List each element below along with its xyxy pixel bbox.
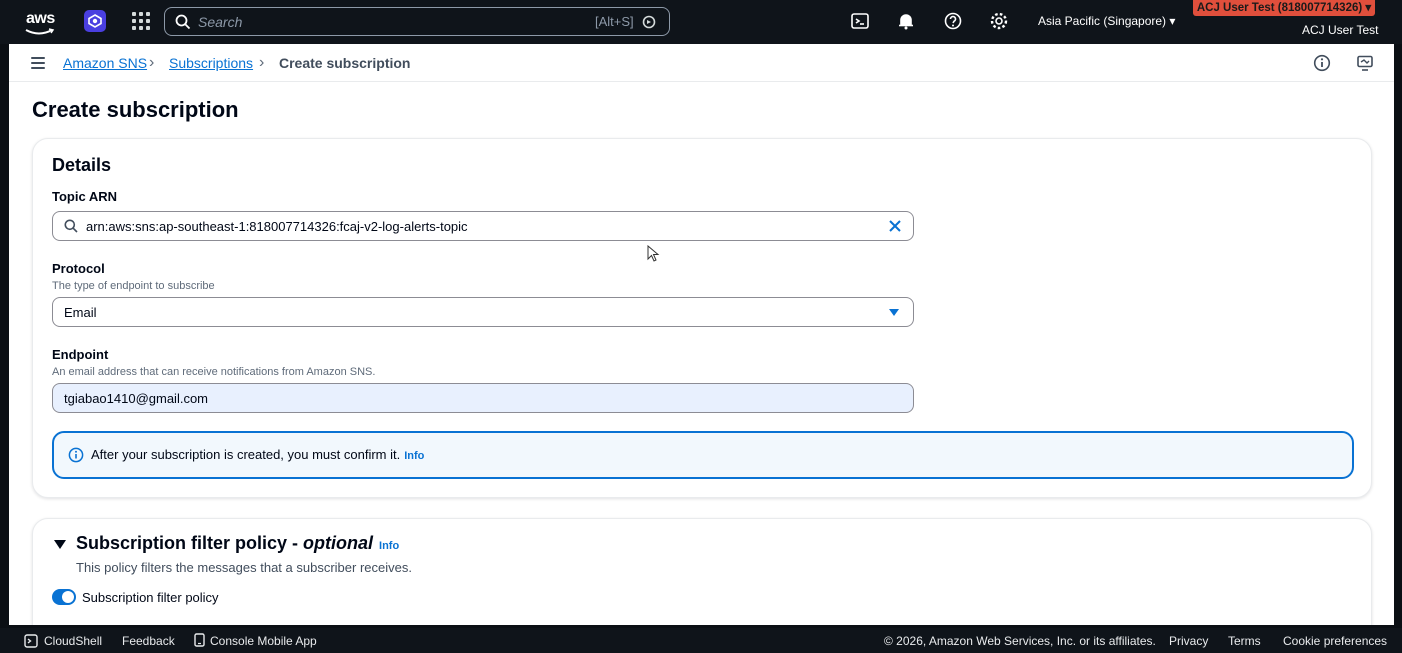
- info-circle-icon: [68, 447, 84, 463]
- topic-arn-value: arn:aws:sns:ap-southeast-1:818007714326:…: [86, 219, 468, 234]
- footer-feedback-link[interactable]: Feedback: [122, 634, 175, 648]
- info-panel-icon[interactable]: [1313, 54, 1331, 72]
- breadcrumb-current: Create subscription: [279, 55, 411, 71]
- search-clear-icon[interactable]: [642, 15, 656, 29]
- details-card: Details Topic ARN arn:aws:sns:ap-southea…: [32, 138, 1372, 498]
- main-content: Amazon SNS › Subscriptions › Create subs…: [9, 44, 1394, 625]
- protocol-description: The type of endpoint to subscribe: [52, 280, 215, 292]
- settings-gear-icon[interactable]: [989, 11, 1009, 31]
- aws-logo-text: aws: [26, 10, 55, 27]
- clear-input-icon[interactable]: [888, 219, 902, 233]
- protocol-select[interactable]: Email: [52, 297, 914, 327]
- details-title: Details: [52, 155, 112, 175]
- service-favorite-icon[interactable]: [84, 10, 106, 32]
- filter-policy-card: Subscription filter policy - optional Inf…: [32, 518, 1372, 625]
- breadcrumb-chevron-icon: ›: [259, 54, 265, 71]
- account-badge[interactable]: ACJ User Test (818007714326) ▾: [1193, 0, 1375, 16]
- filter-policy-info-link[interactable]: Info: [379, 540, 399, 552]
- aws-logo[interactable]: aws: [22, 8, 58, 36]
- side-nav-menu-icon[interactable]: [31, 57, 45, 69]
- topic-arn-input[interactable]: arn:aws:sns:ap-southeast-1:818007714326:…: [52, 211, 914, 241]
- search-icon: [175, 14, 191, 30]
- topic-arn-label: Topic ARN: [52, 189, 117, 204]
- aws-smile-icon: [25, 28, 55, 35]
- services-grid-icon[interactable]: [132, 12, 150, 30]
- cloudshell-icon[interactable]: [24, 634, 38, 648]
- mobile-phone-icon: [194, 633, 205, 647]
- footer-privacy-link[interactable]: Privacy: [1169, 634, 1208, 648]
- breadcrumb-subscriptions[interactable]: Subscriptions: [169, 55, 253, 71]
- account-user-name[interactable]: ACJ User Test: [1302, 23, 1378, 37]
- endpoint-value: tgiabao1410@gmail.com: [64, 391, 209, 406]
- confirm-subscription-alert: After your subscription is created, you …: [52, 431, 1354, 479]
- expand-caret-icon[interactable]: [53, 539, 67, 551]
- top-navigation-bar: aws Search [Alt+S] Asia Pacific (Singapo…: [0, 0, 1402, 44]
- caret-down-icon: [889, 309, 899, 316]
- filter-policy-toggle-label: Subscription filter policy: [82, 590, 219, 605]
- notifications-panel-icon[interactable]: [1356, 54, 1374, 72]
- protocol-label: Protocol: [52, 261, 105, 276]
- breadcrumb-bar: Amazon SNS › Subscriptions › Create subs…: [9, 44, 1394, 82]
- filter-policy-toggle[interactable]: [52, 589, 76, 605]
- breadcrumb-amazon-sns[interactable]: Amazon SNS: [63, 55, 147, 71]
- endpoint-description: An email address that can receive notifi…: [52, 366, 376, 378]
- mouse-cursor-icon: [647, 245, 660, 262]
- alert-info-link[interactable]: Info: [404, 450, 424, 462]
- filter-policy-title[interactable]: Subscription filter policy - optional Inf…: [76, 533, 399, 554]
- filter-policy-description: This policy filters the messages that a …: [76, 560, 412, 575]
- help-icon[interactable]: [943, 11, 963, 31]
- endpoint-label: Endpoint: [52, 347, 109, 362]
- region-selector[interactable]: Asia Pacific (Singapore) ▾: [1038, 14, 1175, 28]
- breadcrumb-chevron-icon: ›: [149, 54, 155, 71]
- footer-cookie-preferences-link[interactable]: Cookie preferences: [1283, 634, 1387, 648]
- footer-terms-link[interactable]: Terms: [1228, 634, 1261, 648]
- alert-text: After your subscription is created, you …: [91, 447, 425, 462]
- cloudshell-icon[interactable]: [850, 11, 870, 31]
- search-shortcut: [Alt+S]: [595, 14, 634, 29]
- search-placeholder: Search: [198, 14, 243, 30]
- footer-copyright: © 2026, Amazon Web Services, Inc. or its…: [884, 634, 1156, 648]
- footer-mobile-app-link[interactable]: Console Mobile App: [210, 634, 317, 648]
- footer-cloudshell-link[interactable]: CloudShell: [44, 634, 102, 648]
- search-icon: [64, 219, 78, 233]
- notifications-bell-icon[interactable]: [896, 11, 916, 31]
- page-title: Create subscription: [32, 97, 239, 122]
- endpoint-input[interactable]: tgiabao1410@gmail.com: [52, 383, 914, 413]
- protocol-selected-value: Email: [64, 305, 97, 320]
- footer-bar: CloudShell Feedback Console Mobile App ©…: [0, 628, 1402, 653]
- search-input[interactable]: Search [Alt+S]: [164, 7, 670, 36]
